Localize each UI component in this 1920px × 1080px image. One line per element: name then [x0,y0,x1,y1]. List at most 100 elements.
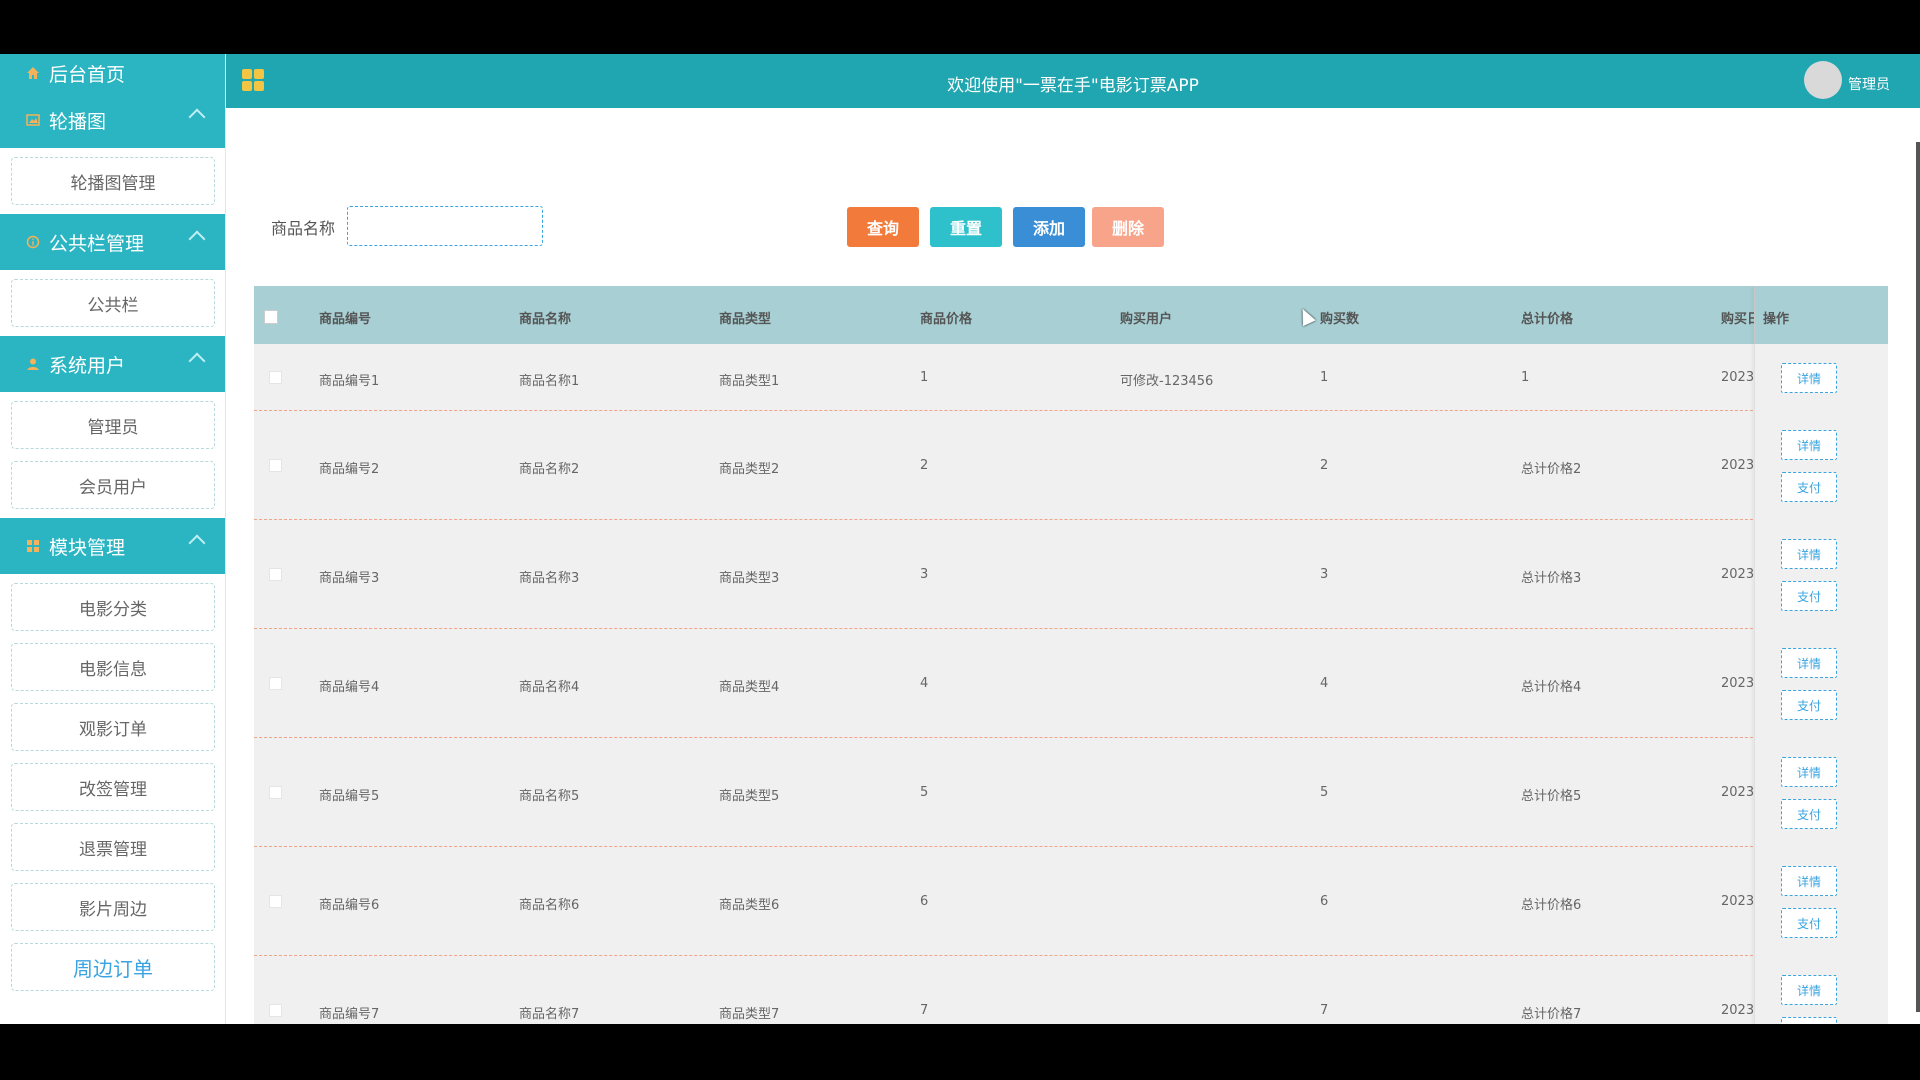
sidebar-item-refunds[interactable]: 退票管理 [11,823,215,871]
row-checkbox[interactable] [269,1004,282,1017]
chevron-up-icon [188,230,206,248]
cell-id: 商品编号2 [319,462,380,477]
sidebar-group-modules[interactable]: 模块管理 [0,518,225,574]
cell-price: 1 [920,370,929,385]
cell-id: 商品编号5 [319,789,380,804]
detail-button[interactable]: 详情 [1781,648,1837,678]
cell-id: 商品编号1 [319,374,380,389]
app-window: 后台首页 轮播图 轮播图管理 公共栏管理 公共栏 系统用户 管理员 会员用户 模… [0,54,1920,1024]
cell-id: 商品编号6 [319,898,380,913]
cell-quantity: 3 [1320,567,1329,582]
delete-button[interactable]: 删除 [1092,207,1164,247]
header-total[interactable]: 总计价格 [1521,308,1573,327]
cell-name: 商品名称2 [519,462,580,477]
pay-button[interactable]: 支付 [1781,908,1837,938]
pay-button[interactable]: 支付 [1781,799,1837,829]
sidebar-item-viewing-orders[interactable]: 观影订单 [11,703,215,751]
table-row: 商品编号2 商品名称2 商品类型2 2 2 总计价格2 2023-0 [254,411,1888,520]
table-header: 商品编号 商品名称 商品类型 商品价格 购买用户 购买数 总计价格 购买日 [254,286,1888,344]
cell-quantity: 5 [1320,785,1329,800]
cell-total: 1 [1521,370,1530,385]
app-title: 欢迎使用"一票在手"电影订票APP [947,76,1199,96]
cell-type: 商品类型3 [719,571,780,586]
cell-total: 总计价格4 [1521,680,1582,695]
cell-name: 商品名称5 [519,789,580,804]
cell-id: 商品编号4 [319,680,380,695]
row-checkbox[interactable] [269,568,282,581]
cell-price: 7 [920,1003,929,1018]
table-row: 商品编号1 商品名称1 商品类型1 1 可修改-123456 1 1 2023-0 [254,344,1888,411]
pay-button[interactable]: 支付 [1781,472,1837,502]
sidebar-item-members[interactable]: 会员用户 [11,461,215,509]
detail-button[interactable]: 详情 [1781,363,1837,393]
cell-price: 2 [920,458,929,473]
row-checkbox[interactable] [269,371,282,384]
sidebar-item-rebooking[interactable]: 改签管理 [11,763,215,811]
pay-button[interactable]: 支付 [1781,1017,1837,1024]
cell-name: 商品名称4 [519,680,580,695]
header-name[interactable]: 商品名称 [519,308,571,327]
table-row: 商品编号6 商品名称6 商品类型6 6 6 总计价格6 2023-0 [254,847,1888,956]
cell-type: 商品类型2 [719,462,780,477]
cell-name: 商品名称3 [519,571,580,586]
cell-type: 商品类型4 [719,680,780,695]
sidebar-submenu: 管理员 会员用户 [0,392,225,518]
cell-price: 4 [920,676,929,691]
sidebar-group-carousel[interactable]: 轮播图 [0,92,225,148]
reset-button[interactable]: 重置 [930,207,1002,247]
search-label: 商品名称 [271,219,336,238]
image-icon [25,112,41,128]
cell-name: 商品名称1 [519,374,580,389]
sidebar-submenu: 公共栏 [0,270,225,336]
sidebar-item-bulletin[interactable]: 公共栏 [11,279,215,327]
cell-id: 商品编号3 [319,571,380,586]
header-id[interactable]: 商品编号 [319,308,371,327]
row-checkbox[interactable] [269,677,282,690]
detail-button[interactable]: 详情 [1781,975,1837,1005]
cell-quantity: 7 [1320,1003,1329,1018]
sidebar-item-movie-info[interactable]: 电影信息 [11,643,215,691]
select-all-checkbox[interactable] [264,310,278,324]
cell-quantity: 6 [1320,894,1329,909]
vertical-scrollbar[interactable] [1916,142,1920,1012]
sidebar-item-merch-orders[interactable]: 周边订单 [11,943,215,991]
sidebar-item-carousel-manage[interactable]: 轮播图管理 [11,157,215,205]
pay-button[interactable]: 支付 [1781,581,1837,611]
header-operations: 操作 [1763,312,1790,327]
table-row: 商品编号5 商品名称5 商品类型5 5 5 总计价格5 2023-0 [254,738,1888,847]
operations-header: 操作 [1754,286,1888,344]
header-buyer[interactable]: 购买用户 [1120,308,1172,327]
home-icon [25,65,41,81]
cell-price: 3 [920,567,929,582]
detail-button[interactable]: 详情 [1781,757,1837,787]
row-checkbox[interactable] [269,786,282,799]
user-icon [25,356,41,372]
header-quantity[interactable]: 购买数 [1320,308,1359,327]
header-price[interactable]: 商品价格 [920,308,972,327]
table-row: 商品编号3 商品名称3 商品类型3 3 3 总计价格3 2023-0 [254,520,1888,629]
row-checkbox[interactable] [269,459,282,472]
query-button[interactable]: 查询 [847,207,919,247]
sidebar-group-system-users[interactable]: 系统用户 [0,336,225,392]
pay-button[interactable]: 支付 [1781,690,1837,720]
sidebar-group-bulletin[interactable]: 公共栏管理 [0,214,225,270]
search-input[interactable] [347,206,543,246]
sidebar-group-label: 模块管理 [49,536,126,559]
detail-button[interactable]: 详情 [1781,866,1837,896]
sidebar-item-movie-category[interactable]: 电影分类 [11,583,215,631]
data-table: 商品编号 商品名称 商品类型 商品价格 购买用户 购买数 总计价格 购买日 商品… [254,286,1888,1024]
avatar[interactable] [1804,61,1842,99]
user-name[interactable]: 管理员 [1848,74,1890,94]
sidebar-group-label: 公共栏管理 [49,232,145,255]
sidebar-item-admin[interactable]: 管理员 [11,401,215,449]
detail-button[interactable]: 详情 [1781,539,1837,569]
cell-total: 总计价格5 [1521,789,1582,804]
chevron-up-icon [188,352,206,370]
header-type[interactable]: 商品类型 [719,308,771,327]
row-checkbox[interactable] [269,895,282,908]
sidebar-item-merchandise[interactable]: 影片周边 [11,883,215,931]
add-button[interactable]: 添加 [1013,207,1085,247]
sidebar-home[interactable]: 后台首页 [0,54,225,92]
detail-button[interactable]: 详情 [1781,430,1837,460]
cell-price: 5 [920,785,929,800]
